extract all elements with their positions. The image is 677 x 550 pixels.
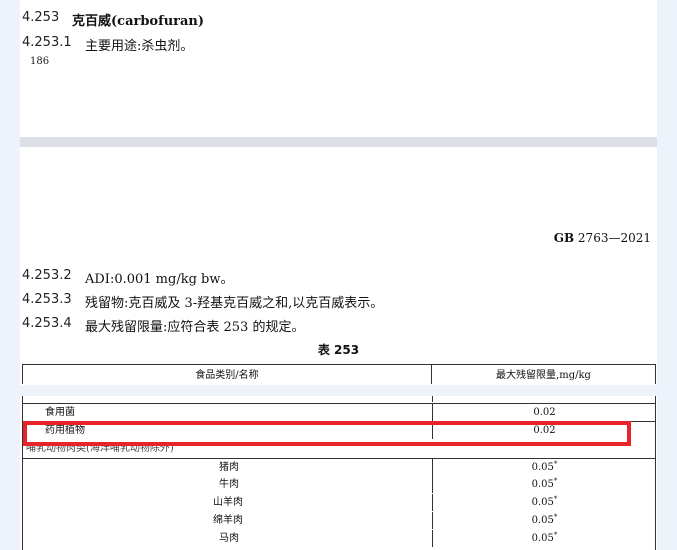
food-name: 马肉 [219, 533, 239, 544]
table-row: 山羊肉 0.05* [23, 494, 655, 511]
page-number: 186 [30, 56, 50, 67]
food-name: 猪肉 [219, 462, 239, 473]
column-header-mrl: 最大残留限量,mg/kg [496, 370, 591, 381]
table-row: 猪肉 0.05* [23, 458, 655, 476]
mrl-value: 0.05* [432, 494, 656, 511]
column-divider [432, 396, 433, 402]
partial-category-heading: 哺乳动物肉类(海洋哺乳动物除外) [26, 446, 174, 453]
mrl-value: 0.02 [432, 422, 656, 439]
page-fragment-bottom: GB 2763—2021 4.253.2 ADI:0.001 mg/kg bw。… [20, 147, 657, 385]
standard-code: GB 2763—2021 [554, 231, 651, 245]
table-title: 表 253 [317, 343, 360, 357]
page-separator [20, 137, 657, 147]
food-name: 山羊肉 [213, 497, 243, 508]
column-header-food: 食品类别/名称 [23, 365, 432, 384]
subsection-text: 残留物:克百威及 3-羟基克百威之和,以克百威表示。 [85, 296, 384, 311]
subsection-number: 4.253.2 [22, 268, 72, 283]
mrl-value: 0.05* [432, 476, 656, 493]
subsection-text: 最大残留限量:应符合表 253 的规定。 [85, 320, 305, 335]
mrl-value: 0.05* [432, 512, 656, 529]
food-name: 食用菌 [45, 407, 75, 418]
subsection-number: 4.253.1 [22, 35, 72, 50]
table-row: 牛肉 0.05* [23, 476, 655, 493]
subsection-text: 主要用途:杀虫剂。 [85, 39, 194, 54]
mrl-value: 0.02 [432, 404, 656, 421]
table-row: 食用菌 0.02 [23, 403, 655, 421]
cut-off-row [23, 396, 655, 402]
table-row: 药用植物 0.02 [23, 421, 655, 439]
mrl-value: 0.05* [432, 530, 656, 547]
food-name: 牛肉 [219, 479, 239, 490]
table-fragment: 食用菌 0.02 药用植物 0.02 猪肉 0.05* 牛肉 0.05* 山羊肉… [20, 396, 657, 550]
table-row: 马肉 0.05* [23, 530, 655, 547]
section-number: 4.253 [22, 10, 60, 25]
subsection-number: 4.253.3 [22, 292, 72, 307]
subsection-text: ADI:0.001 mg/kg bw。 [85, 272, 234, 287]
subsection-number: 4.253.4 [22, 316, 72, 331]
mrl-value: 0.05* [432, 459, 656, 476]
food-name: 绵羊肉 [213, 515, 243, 526]
table-row: 绵羊肉 0.05* [23, 512, 655, 529]
page-fragment-top: 4.253 克百威(carbofuran) 4.253.1 主要用途:杀虫剂。 … [20, 0, 657, 137]
table-header: 食品类别/名称 最大残留限量,mg/kg [22, 364, 656, 384]
section-title: 克百威(carbofuran) [72, 14, 205, 29]
standard-prefix: GB [553, 231, 575, 245]
standard-number: 2763—2021 [577, 231, 651, 245]
table-body: 食用菌 0.02 药用植物 0.02 猪肉 0.05* 牛肉 0.05* 山羊肉… [22, 396, 656, 550]
food-name: 药用植物 [45, 425, 85, 436]
